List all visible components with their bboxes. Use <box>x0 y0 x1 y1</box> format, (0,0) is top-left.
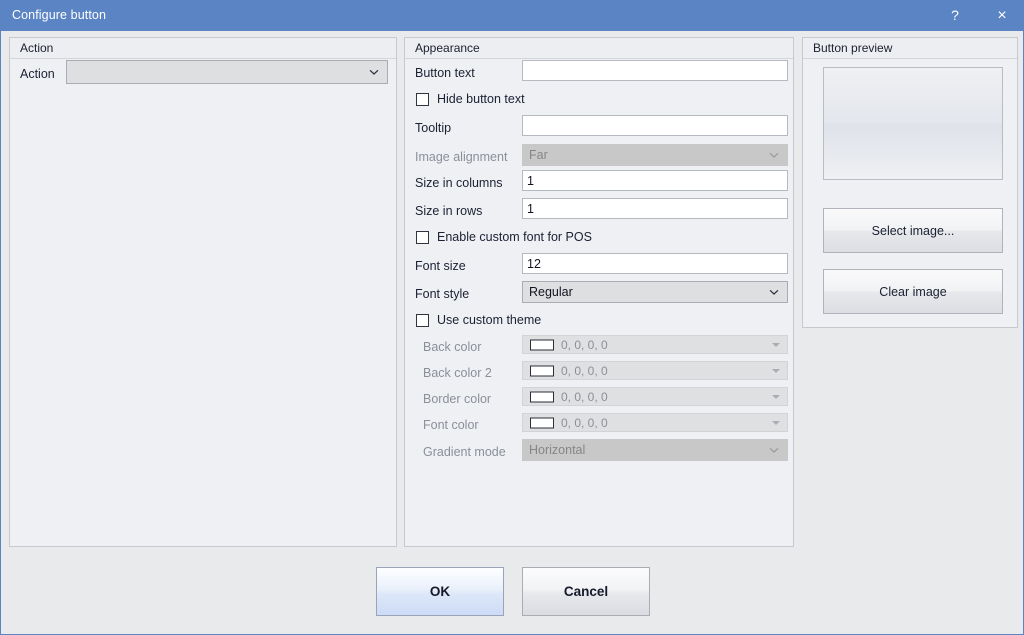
font-size-input[interactable] <box>522 253 788 274</box>
font-style-label: Font style <box>415 287 469 301</box>
back-color-value: 0, 0, 0, 0 <box>561 338 608 352</box>
title-bar: Configure button ? × <box>1 0 1024 31</box>
dropdown-arrow-icon <box>772 369 780 373</box>
size-in-rows-input[interactable] <box>522 198 788 219</box>
action-group: Action Action <box>9 37 397 547</box>
font-color-label: Font color <box>423 418 479 432</box>
font-color-picker[interactable]: 0, 0, 0, 0 <box>522 413 788 432</box>
button-preview-group: Button preview Select image... Clear ima… <box>802 37 1018 328</box>
chevron-down-icon <box>769 150 779 160</box>
enable-custom-font-checkbox[interactable]: Enable custom font for POS <box>416 230 592 244</box>
clear-image-button[interactable]: Clear image <box>823 269 1003 314</box>
tooltip-label: Tooltip <box>415 121 451 135</box>
font-size-label: Font size <box>415 259 466 273</box>
gradient-mode-label: Gradient mode <box>423 445 506 459</box>
dropdown-arrow-icon <box>772 395 780 399</box>
ok-button[interactable]: OK <box>376 567 504 616</box>
select-image-button[interactable]: Select image... <box>823 208 1003 253</box>
image-alignment-label: Image alignment <box>415 150 507 164</box>
dropdown-arrow-icon <box>772 343 780 347</box>
back-color-2-label: Back color 2 <box>423 366 492 380</box>
checkbox-box <box>416 93 429 106</box>
button-preview-group-title: Button preview <box>813 41 892 55</box>
color-swatch-icon <box>530 365 554 376</box>
use-custom-theme-checkbox[interactable]: Use custom theme <box>416 313 541 327</box>
size-in-rows-label: Size in rows <box>415 204 482 218</box>
back-color-picker[interactable]: 0, 0, 0, 0 <box>522 335 788 354</box>
chevron-down-icon <box>369 67 379 77</box>
action-label: Action <box>20 67 55 81</box>
checkbox-box <box>416 314 429 327</box>
back-color-2-picker[interactable]: 0, 0, 0, 0 <box>522 361 788 380</box>
back-color-2-value: 0, 0, 0, 0 <box>561 364 608 378</box>
chevron-down-icon <box>769 445 779 455</box>
button-preview-group-header: Button preview <box>803 38 1017 59</box>
size-in-columns-input[interactable] <box>522 170 788 191</box>
hide-button-text-checkbox[interactable]: Hide button text <box>416 92 525 106</box>
image-alignment-dropdown[interactable]: Far <box>522 144 788 166</box>
border-color-label: Border color <box>423 392 491 406</box>
gradient-mode-dropdown[interactable]: Horizontal <box>522 439 788 461</box>
font-style-dropdown[interactable]: Regular <box>522 281 788 303</box>
color-swatch-icon <box>530 391 554 402</box>
back-color-label: Back color <box>423 340 481 354</box>
font-style-value: Regular <box>529 285 573 299</box>
button-text-input[interactable] <box>522 60 788 81</box>
color-swatch-icon <box>530 339 554 350</box>
checkbox-box <box>416 231 429 244</box>
appearance-group-header: Appearance <box>405 38 793 59</box>
gradient-mode-value: Horizontal <box>529 443 585 457</box>
color-swatch-icon <box>530 417 554 428</box>
border-color-picker[interactable]: 0, 0, 0, 0 <box>522 387 788 406</box>
chevron-down-icon <box>769 287 779 297</box>
action-group-header: Action <box>10 38 396 59</box>
close-icon[interactable]: × <box>979 0 1024 31</box>
help-icon[interactable]: ? <box>932 0 978 31</box>
button-text-label: Button text <box>415 66 475 80</box>
use-custom-theme-label: Use custom theme <box>437 313 541 327</box>
appearance-group: Appearance Button text Hide button text … <box>404 37 794 547</box>
border-color-value: 0, 0, 0, 0 <box>561 390 608 404</box>
size-in-columns-label: Size in columns <box>415 176 503 190</box>
button-preview-box <box>823 67 1003 180</box>
tooltip-input[interactable] <box>522 115 788 136</box>
hide-button-text-label: Hide button text <box>437 92 525 106</box>
image-alignment-value: Far <box>529 148 548 162</box>
window-title: Configure button <box>12 8 106 22</box>
appearance-group-title: Appearance <box>415 41 480 55</box>
action-dropdown[interactable] <box>66 60 388 84</box>
dropdown-arrow-icon <box>772 421 780 425</box>
enable-custom-font-label: Enable custom font for POS <box>437 230 592 244</box>
configure-button-dialog: Configure button ? × Action Action Appea… <box>0 0 1024 635</box>
cancel-button[interactable]: Cancel <box>522 567 650 616</box>
font-color-value: 0, 0, 0, 0 <box>561 416 608 430</box>
action-group-title: Action <box>20 41 53 55</box>
